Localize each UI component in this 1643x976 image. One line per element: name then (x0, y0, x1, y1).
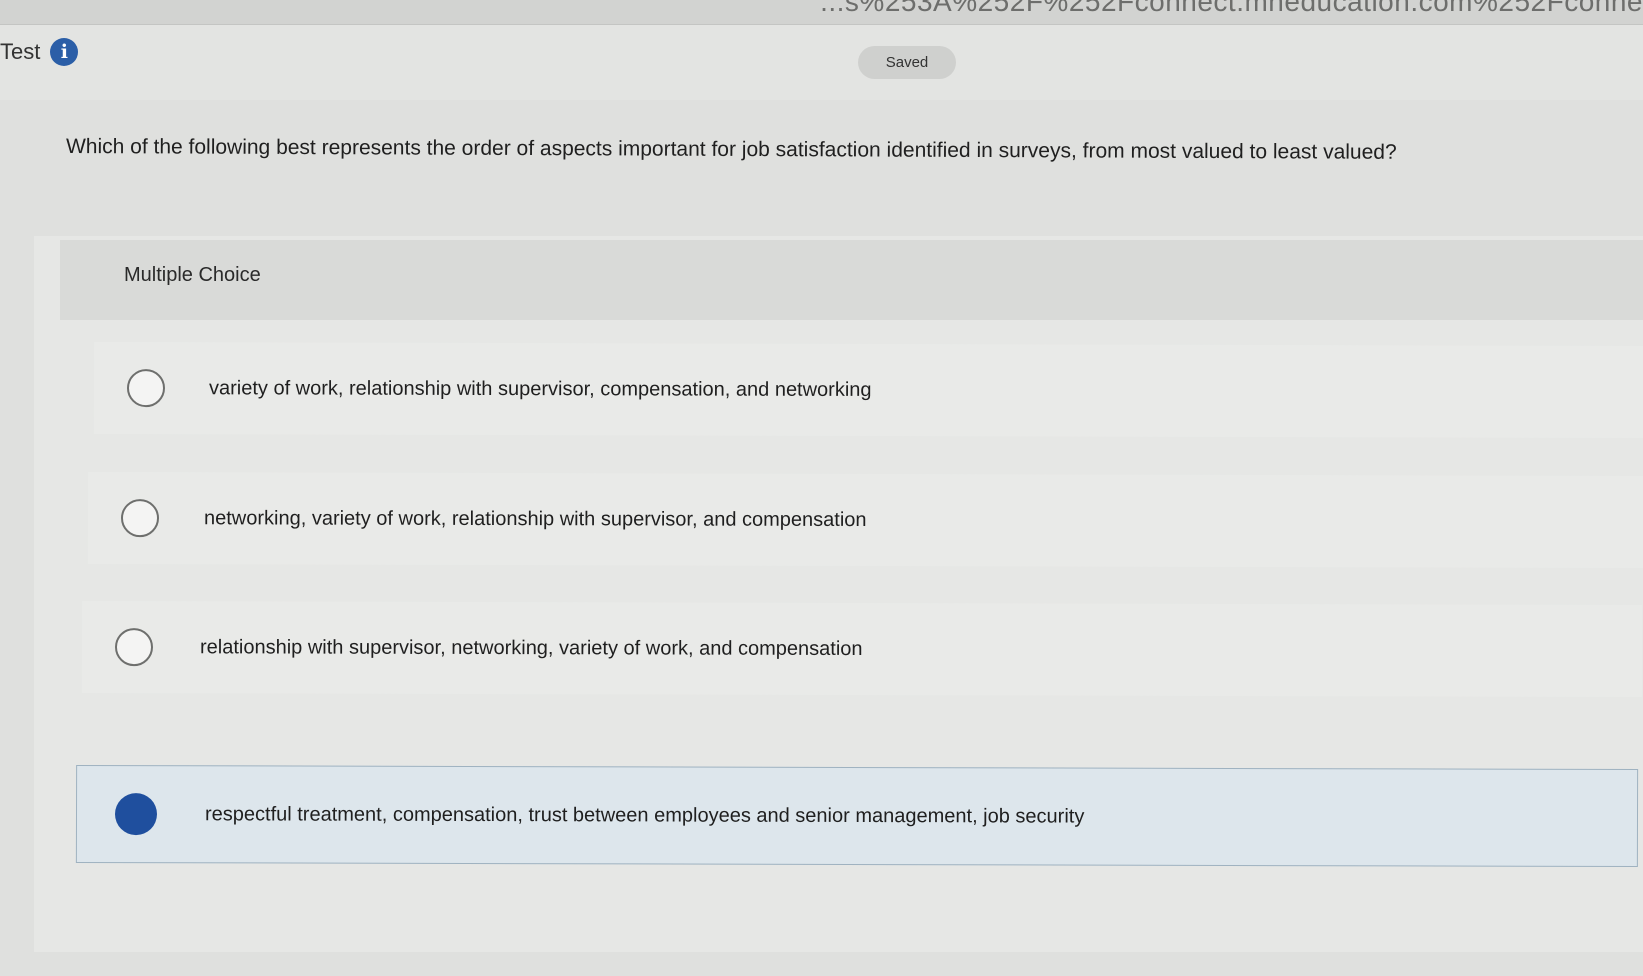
answer-type-header (60, 240, 1643, 320)
browser-url-strip: ...s%253A%252F%252Fconnect.mheducation.c… (0, 0, 1643, 25)
url-fragment: ...s%253A%252F%252Fconnect.mheducation.c… (820, 0, 1643, 17)
choice-label: respectful treatment, compensation, trus… (204, 802, 1085, 828)
choice-label: variety of work, relationship with super… (208, 376, 872, 401)
choice-option-4[interactable]: respectful treatment, compensation, trus… (75, 764, 1639, 868)
answer-type-label: Multiple Choice (124, 264, 261, 286)
saved-status-badge: Saved (858, 46, 956, 79)
choice-label: networking, variety of work, relationshi… (203, 506, 867, 531)
header-bar (0, 25, 1643, 100)
question-prompt: Which of the following best represents t… (65, 135, 1397, 164)
radio-filled-icon[interactable] (114, 793, 158, 836)
radio-empty-icon[interactable] (114, 628, 154, 667)
radio-empty-icon[interactable] (126, 369, 166, 408)
test-title-group: Test i (0, 38, 79, 66)
radio-empty-icon[interactable] (120, 499, 160, 538)
choice-option-2[interactable]: networking, variety of work, relationshi… (87, 471, 1643, 569)
info-icon[interactable]: i (50, 38, 79, 66)
test-title: Test (0, 39, 41, 64)
choice-option-1[interactable]: variety of work, relationship with super… (93, 341, 1643, 439)
choice-label: relationship with supervisor, networking… (199, 635, 863, 660)
choice-option-3[interactable]: relationship with supervisor, networking… (81, 600, 1643, 698)
